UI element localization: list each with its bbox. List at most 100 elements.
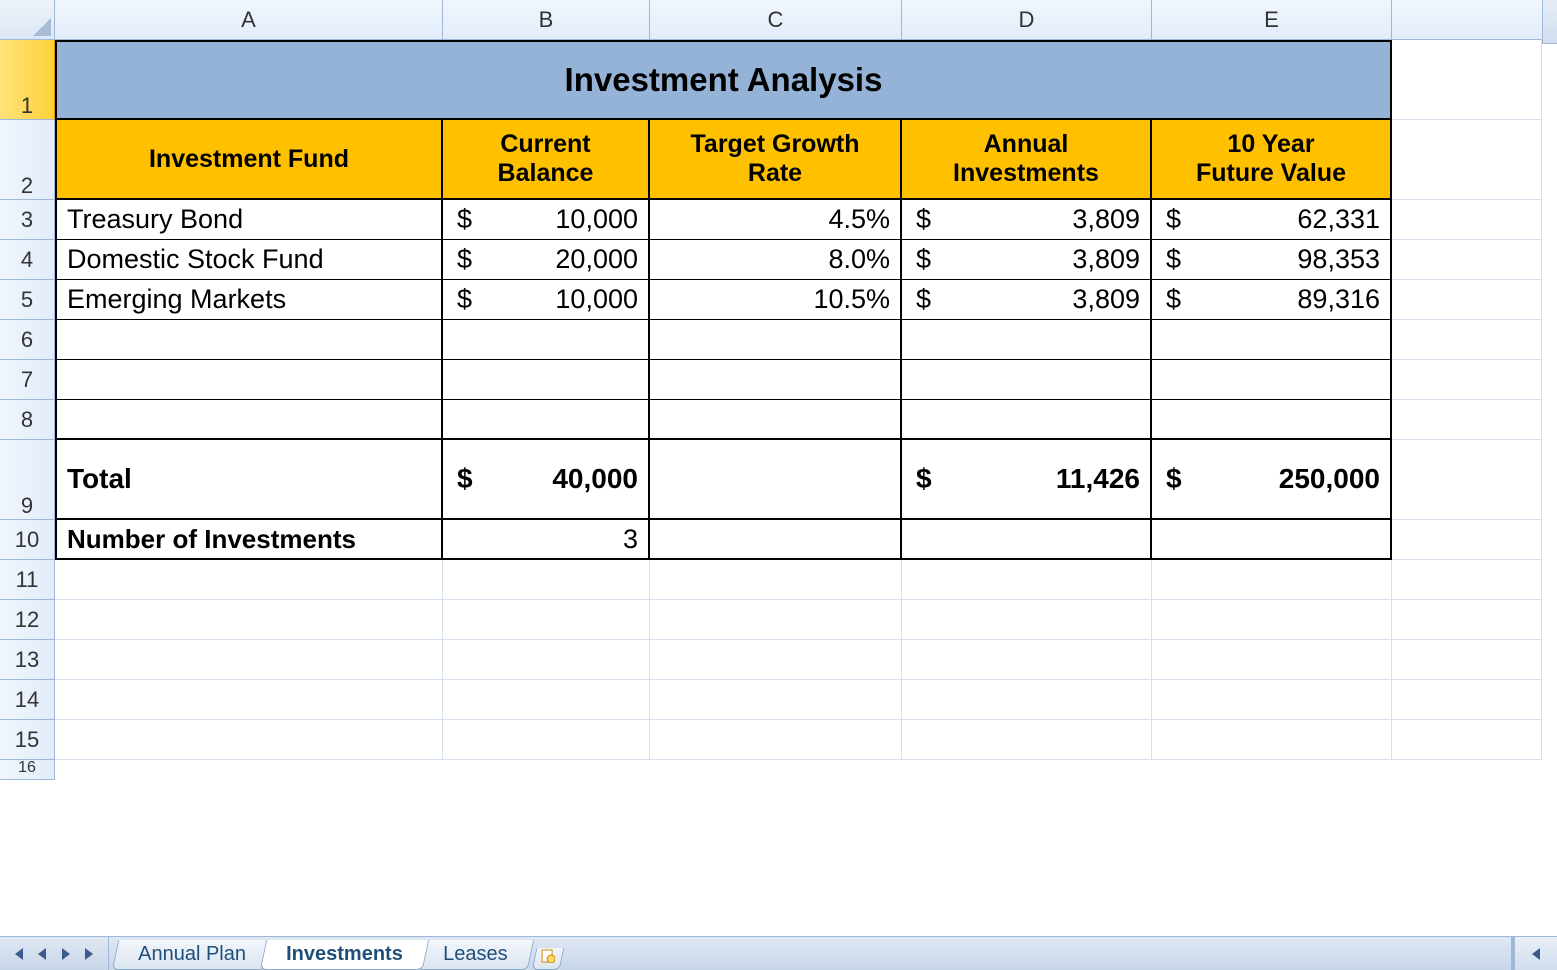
row-header-6[interactable]: 6	[0, 320, 55, 360]
row-header-16[interactable]: 16	[0, 760, 55, 780]
cell-A8[interactable]	[55, 400, 443, 440]
cell-E8[interactable]	[1152, 400, 1392, 440]
cell-B7[interactable]	[443, 360, 650, 400]
cell-E9-total-future[interactable]: $250,000	[1152, 440, 1392, 520]
cell-B5[interactable]: $10,000	[443, 280, 650, 320]
cell-B13[interactable]	[443, 640, 650, 680]
cell-D7[interactable]	[902, 360, 1152, 400]
cell-D13[interactable]	[902, 640, 1152, 680]
cell-A9-total-label[interactable]: Total	[55, 440, 443, 520]
cell-A14[interactable]	[55, 680, 443, 720]
cell-C11[interactable]	[650, 560, 902, 600]
row-header-2[interactable]: 2	[0, 120, 55, 200]
row-header-12[interactable]: 12	[0, 600, 55, 640]
cell-D6[interactable]	[902, 320, 1152, 360]
tab-nav-next[interactable]	[54, 942, 78, 966]
cell-F3[interactable]	[1392, 200, 1542, 240]
cell-D12[interactable]	[902, 600, 1152, 640]
cell-C8[interactable]	[650, 400, 902, 440]
row-header-1[interactable]: 1	[0, 40, 55, 120]
cell-A11[interactable]	[55, 560, 443, 600]
cell-F7[interactable]	[1392, 360, 1542, 400]
cell-A6[interactable]	[55, 320, 443, 360]
cell-E10[interactable]	[1152, 520, 1392, 560]
cell-F6[interactable]	[1392, 320, 1542, 360]
header-investment-fund[interactable]: Investment Fund	[55, 120, 443, 200]
col-header-C[interactable]: C	[650, 0, 902, 40]
cell-B8[interactable]	[443, 400, 650, 440]
select-all-corner[interactable]	[0, 0, 55, 40]
cell-F12[interactable]	[1392, 600, 1542, 640]
cell-F11[interactable]	[1392, 560, 1542, 600]
cell-F2[interactable]	[1392, 120, 1542, 200]
cell-C13[interactable]	[650, 640, 902, 680]
cell-E12[interactable]	[1152, 600, 1392, 640]
header-annual-investments[interactable]: AnnualInvestments	[902, 120, 1152, 200]
cell-D10[interactable]	[902, 520, 1152, 560]
cell-A13[interactable]	[55, 640, 443, 680]
col-header-E[interactable]: E	[1152, 0, 1392, 40]
cell-A5[interactable]: Emerging Markets	[55, 280, 443, 320]
cell-E5[interactable]: $89,316	[1152, 280, 1392, 320]
row-header-13[interactable]: 13	[0, 640, 55, 680]
cell-B14[interactable]	[443, 680, 650, 720]
row-header-4[interactable]: 4	[0, 240, 55, 280]
row-header-9[interactable]: 9	[0, 440, 55, 520]
cell-F13[interactable]	[1392, 640, 1542, 680]
cell-C12[interactable]	[650, 600, 902, 640]
row-header-14[interactable]: 14	[0, 680, 55, 720]
cell-D4[interactable]: $3,809	[902, 240, 1152, 280]
cell-E7[interactable]	[1152, 360, 1392, 400]
cell-B9-total-balance[interactable]: $40,000	[443, 440, 650, 520]
cell-C3[interactable]: 4.5%	[650, 200, 902, 240]
col-header-blank[interactable]	[1392, 0, 1542, 40]
cell-C7[interactable]	[650, 360, 902, 400]
row-header-3[interactable]: 3	[0, 200, 55, 240]
cell-E6[interactable]	[1152, 320, 1392, 360]
cell-E4[interactable]: $98,353	[1152, 240, 1392, 280]
header-target-growth-rate[interactable]: Target GrowthRate	[650, 120, 902, 200]
cell-C15[interactable]	[650, 720, 902, 760]
cell-B12[interactable]	[443, 600, 650, 640]
cell-E14[interactable]	[1152, 680, 1392, 720]
cell-E13[interactable]	[1152, 640, 1392, 680]
col-header-B[interactable]: B	[443, 0, 650, 40]
cell-D11[interactable]	[902, 560, 1152, 600]
tab-leases[interactable]: Leases	[416, 940, 533, 970]
cell-A10-count-label[interactable]: Number of Investments	[55, 520, 443, 560]
cell-F8[interactable]	[1392, 400, 1542, 440]
cell-F10[interactable]	[1392, 520, 1542, 560]
cell-B11[interactable]	[443, 560, 650, 600]
cell-C10[interactable]	[650, 520, 902, 560]
cell-C14[interactable]	[650, 680, 902, 720]
cell-E3[interactable]: $62,331	[1152, 200, 1392, 240]
cell-C6[interactable]	[650, 320, 902, 360]
cell-A4[interactable]: Domestic Stock Fund	[55, 240, 443, 280]
tab-annual-plan[interactable]: Annual Plan	[112, 940, 272, 970]
cell-F9[interactable]	[1392, 440, 1542, 520]
header-future-value[interactable]: 10 YearFuture Value	[1152, 120, 1392, 200]
cell-E11[interactable]	[1152, 560, 1392, 600]
row-header-7[interactable]: 7	[0, 360, 55, 400]
cell-E15[interactable]	[1152, 720, 1392, 760]
cell-A3[interactable]: Treasury Bond	[55, 200, 443, 240]
row-header-15[interactable]: 15	[0, 720, 55, 760]
cell-B6[interactable]	[443, 320, 650, 360]
cell-A12[interactable]	[55, 600, 443, 640]
cell-B10-count-value[interactable]: 3	[443, 520, 650, 560]
new-sheet-button[interactable]	[532, 948, 565, 970]
tab-nav-last[interactable]	[78, 942, 102, 966]
cell-B15[interactable]	[443, 720, 650, 760]
row-header-10[interactable]: 10	[0, 520, 55, 560]
col-header-D[interactable]: D	[902, 0, 1152, 40]
row-header-8[interactable]: 8	[0, 400, 55, 440]
cell-F5[interactable]	[1392, 280, 1542, 320]
tab-nav-first[interactable]	[6, 942, 30, 966]
tab-nav-prev[interactable]	[30, 942, 54, 966]
cell-F15[interactable]	[1392, 720, 1542, 760]
cell-D15[interactable]	[902, 720, 1152, 760]
cell-B4[interactable]: $20,000	[443, 240, 650, 280]
cell-C5[interactable]: 10.5%	[650, 280, 902, 320]
cell-D3[interactable]: $3,809	[902, 200, 1152, 240]
row-header-11[interactable]: 11	[0, 560, 55, 600]
